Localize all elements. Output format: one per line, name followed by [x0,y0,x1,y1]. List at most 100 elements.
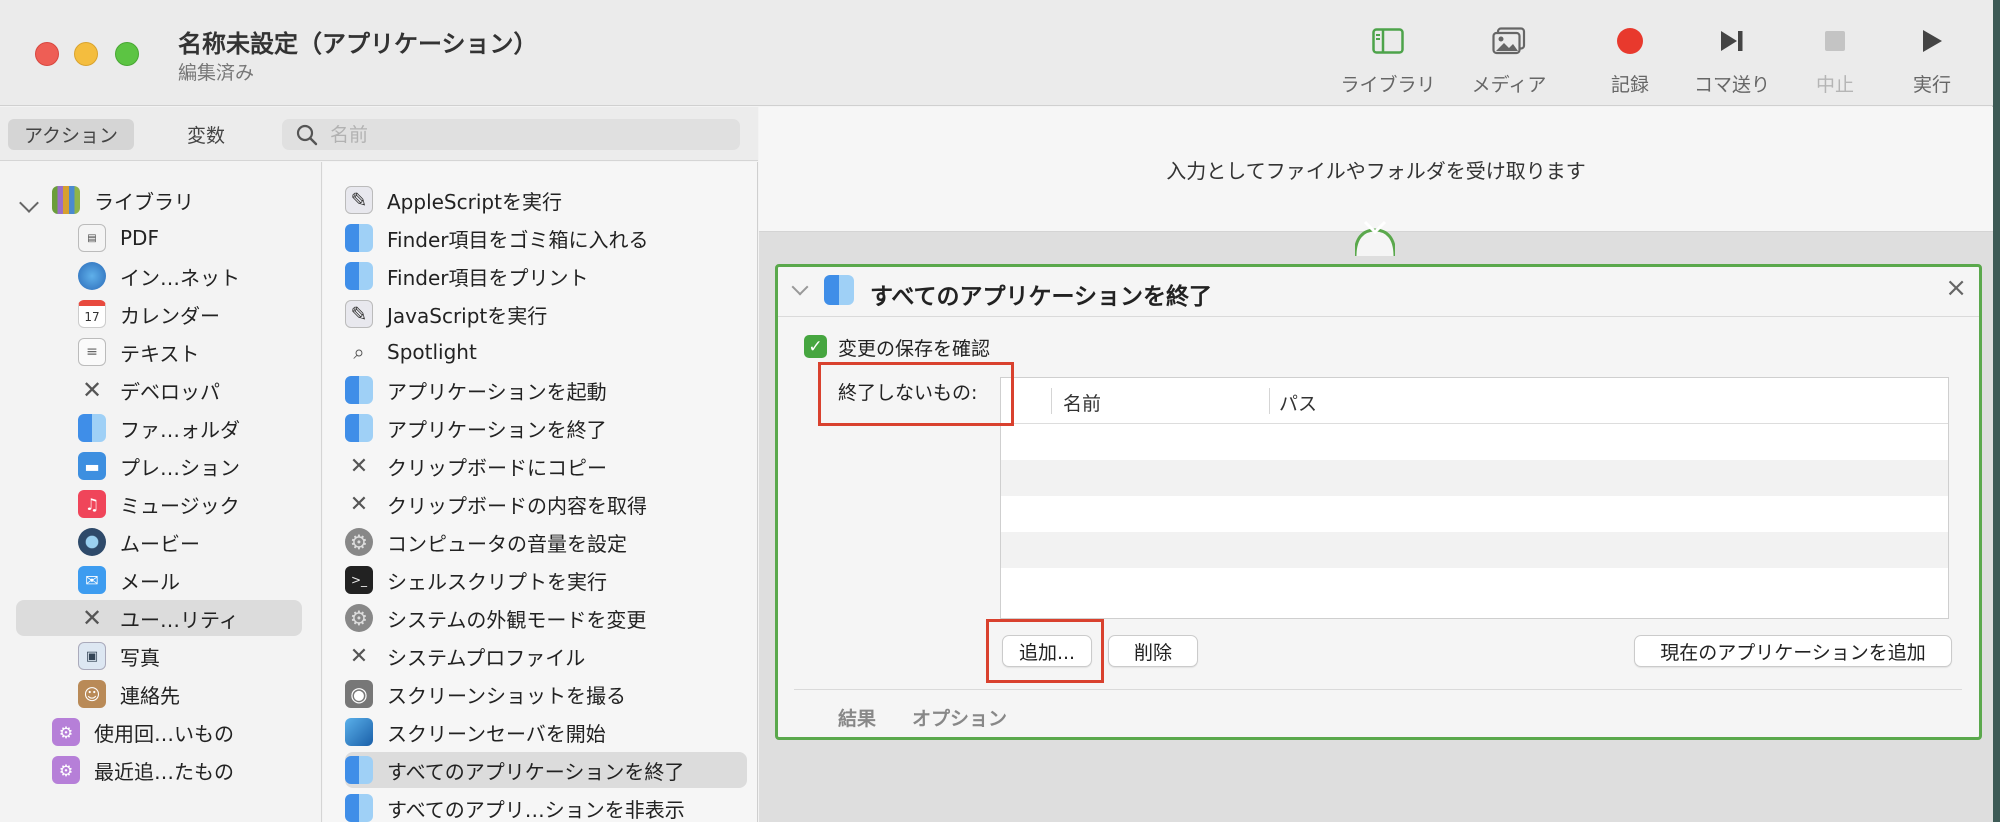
record-toolbar-button[interactable]: 記録 [1575,24,1685,97]
action-item[interactable]: ✎ AppleScriptを実行 [345,182,745,218]
sidebar-item-contacts[interactable]: ☺ 連絡先 [78,676,180,712]
sidebar-item-presentations[interactable]: ▬ プレ…ション [78,448,240,484]
workflow-input-header: 入力としてファイルやフォルダを受け取ります [759,107,1993,232]
run-toolbar-button[interactable]: 実行 [1877,24,1987,97]
preview-icon: ▣ [78,642,106,670]
stop-toolbar-button[interactable]: 中止 [1780,24,1890,97]
calendar-icon: 17 [78,300,106,328]
column-header-name[interactable]: 名前 [1063,389,1101,416]
action-item[interactable]: ◉ スクリーンショットを撮る [345,676,745,712]
sidebar-item-files-folders[interactable]: ファ…ォルダ [78,410,240,446]
sidebar-item-calendar[interactable]: 17 カレンダー [78,296,220,332]
library-root[interactable]: ライブラリ [52,182,194,218]
annotation-highlight [986,619,1104,683]
action-item-selected[interactable]: すべてのアプリケーションを終了 [345,752,747,788]
action-card[interactable]: すべてのアプリケーションを終了 × ✓ 変更の保存を確認 終了しないもの: 名前… [775,264,1982,740]
remove-button[interactable]: 削除 [1108,635,1198,667]
sidebar-item-most-used[interactable]: ⚙ 使用回…いもの [52,714,234,750]
sidebar-icon [1371,24,1405,58]
sidebar-item-recently-added[interactable]: ⚙ 最近追…たもの [52,752,234,788]
sidebar-item-pdf[interactable]: ▤ PDF [78,220,159,256]
table-row[interactable] [1001,532,1948,568]
window-subtitle: 編集済み [178,62,255,84]
confirm-save-checkbox[interactable]: ✓ [804,335,827,358]
search-field[interactable] [282,119,740,150]
action-item[interactable]: アプリケーションを起動 [345,372,745,408]
column-header-path[interactable]: パス [1279,389,1317,416]
tab-variables[interactable]: 変数 [166,119,246,150]
title-bar: 名称未設定（アプリケーション） 編集済み ライブラリ メディア 記録 コマ送り [0,0,1993,106]
action-item[interactable]: ⚙ システムの外観モードを変更 [345,600,745,636]
action-item[interactable]: ⚙ コンピュータの音量を設定 [345,524,745,560]
action-item[interactable]: スクリーンセーバを開始 [345,714,745,750]
close-icon[interactable]: × [1945,273,1967,303]
play-icon [1915,24,1949,58]
workflow-area: 入力としてファイルやフォルダを受け取ります すべてのアプリケーションを終了 × … [759,107,1993,822]
action-item[interactable]: ✕ システムプロファイル [345,638,745,674]
table-row[interactable] [1001,424,1948,460]
sidebar-item-developer[interactable]: ✕ デベロッパ [78,372,220,408]
sidebar-item-photos[interactable]: ▣ 写真 [78,638,160,674]
action-item[interactable]: Finder項目をゴミ箱に入れる [345,220,745,256]
actions-pane: ✎ AppleScriptを実行 Finder項目をゴミ箱に入れる Finder… [323,162,758,822]
sidebar-item-text[interactable]: ≡ テキスト [78,334,199,370]
tab-results[interactable]: 結果 [838,704,876,731]
finder-icon [345,756,373,784]
stop-icon [1818,24,1852,58]
finder-icon [345,414,373,442]
tab-options[interactable]: オプション [912,704,1007,731]
pdf-icon: ▤ [78,224,106,252]
action-item[interactable]: ✕ クリップボードにコピー [345,448,745,484]
media-toolbar-button[interactable]: メディア [1454,24,1564,97]
action-item[interactable]: ⌕ Spotlight [345,334,745,370]
table-row[interactable] [1001,496,1948,532]
finder-icon [345,224,373,252]
tools-icon: ✕ [349,491,369,517]
table-row[interactable] [1001,460,1948,496]
chevron-down-icon[interactable] [791,278,809,296]
zoom-window-button[interactable] [115,42,139,66]
record-icon [1613,24,1647,58]
magnifier-icon: ⌕ [353,340,365,364]
tools-icon: ✕ [349,453,369,479]
action-card-header: すべてのアプリケーションを終了 × [778,267,1979,317]
system-settings-icon: ⚙ [345,604,373,632]
tools-icon: ✕ [349,643,369,669]
action-item[interactable]: すべてのアプリ…ションを非表示 [345,790,745,822]
script-editor-icon: ✎ [345,186,373,214]
close-window-button[interactable] [35,42,59,66]
sidebar-item-utilities[interactable]: ✕ ユー…リティ [16,600,302,636]
action-item[interactable]: アプリケーションを終了 [345,410,745,446]
camera-icon: ◉ [345,680,373,708]
text-document-icon: ≡ [78,338,106,366]
keynote-icon: ▬ [78,452,106,480]
finder-icon [345,794,373,822]
add-current-app-button[interactable]: 現在のアプリケーションを追加 [1634,635,1952,667]
library-toolbar-button[interactable]: ライブラリ [1333,24,1443,97]
smart-folder-icon: ⚙ [52,756,80,784]
action-item[interactable]: ✕ クリップボードの内容を取得 [345,486,745,522]
search-input[interactable] [330,123,710,146]
column-divider [1269,388,1270,414]
action-item[interactable]: Finder項目をプリント [345,258,745,294]
music-icon: ♫ [78,490,106,518]
mail-icon: ✉ [78,566,106,594]
system-settings-icon: ⚙ [345,528,373,556]
minimize-window-button[interactable] [74,42,98,66]
exclude-apps-table[interactable]: 名前 パス [1000,377,1949,619]
search-icon [296,124,318,145]
automator-window: 名称未設定（アプリケーション） 編集済み ライブラリ メディア 記録 コマ送り [0,0,1993,822]
sidebar-item-movies[interactable]: ムービー [78,524,200,560]
table-row[interactable] [1001,568,1948,604]
step-forward-icon [1715,24,1749,58]
action-item[interactable]: ✎ JavaScriptを実行 [345,296,745,332]
tools-icon: ✕ [81,604,103,632]
sidebar-item-mail[interactable]: ✉ メール [78,562,180,598]
sidebar-item-internet[interactable]: イン…ネット [78,258,240,294]
confirm-save-label: 変更の保存を確認 [838,338,991,360]
library-header: アクション 変数 [0,107,758,161]
tab-actions[interactable]: アクション [8,119,134,150]
step-toolbar-button[interactable]: コマ送り [1677,24,1787,97]
sidebar-item-music[interactable]: ♫ ミュージック [78,486,240,522]
action-item[interactable]: >_ シェルスクリプトを実行 [345,562,745,598]
